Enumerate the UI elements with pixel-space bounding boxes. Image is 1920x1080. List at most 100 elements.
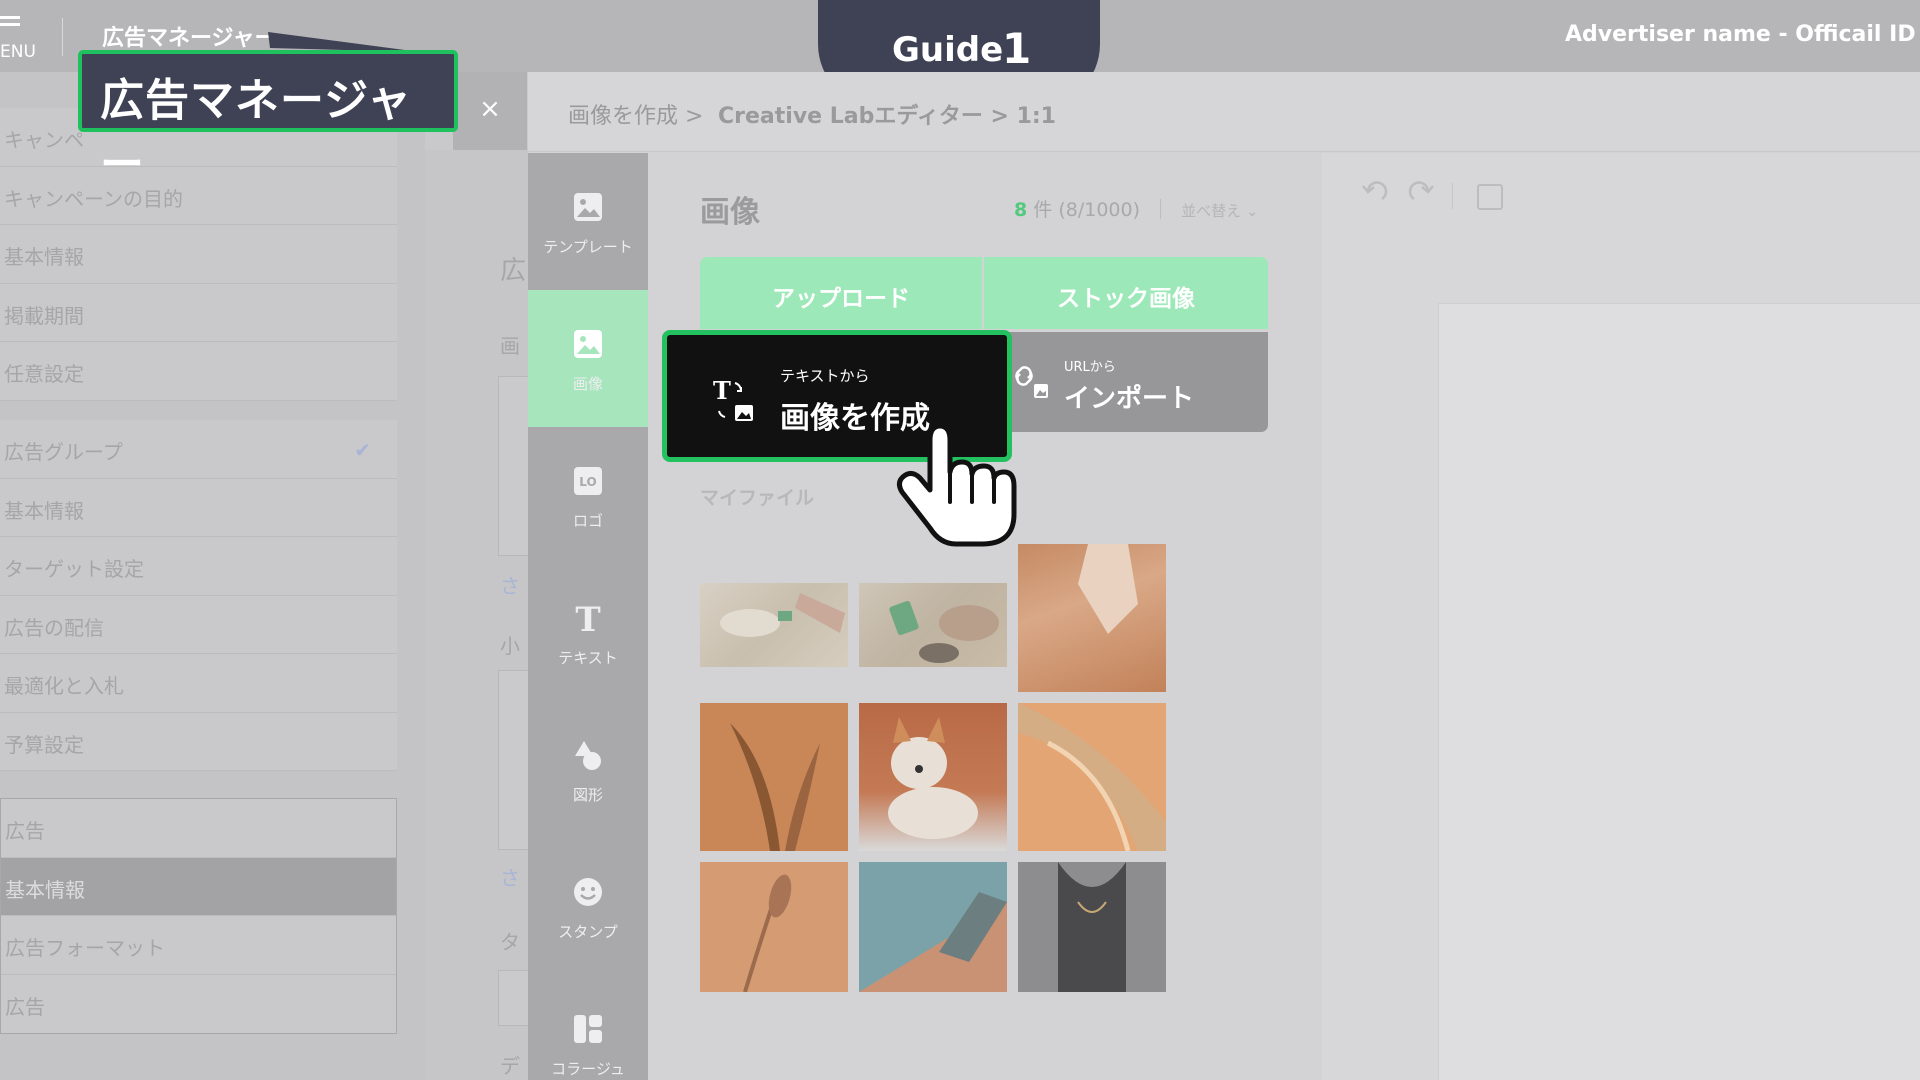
nav-item-adgroup[interactable]: 広告グループ ✔ xyxy=(0,420,397,479)
import-small-label: URLから xyxy=(1064,360,1116,375)
nav-item-adgroup-label: 広告グループ xyxy=(4,440,123,464)
image-thumbnail[interactable] xyxy=(700,583,848,667)
panel-title: 画像 xyxy=(700,195,760,230)
toolbar-divider xyxy=(1452,183,1453,209)
form-link-fragment: さ xyxy=(500,574,520,598)
nav-item-campaign-basic-info[interactable]: 基本情報 xyxy=(0,225,397,284)
image-thumbnail[interactable] xyxy=(1018,862,1166,992)
template-icon xyxy=(574,193,602,221)
nav-item-budget[interactable]: 予算設定 xyxy=(0,713,397,771)
form-label-fragment: 画 xyxy=(500,334,520,358)
shape-icon xyxy=(575,741,601,770)
hand-pointer-icon xyxy=(896,423,1017,547)
stock-image-button[interactable]: ストック画像 xyxy=(984,257,1268,329)
nav-item-adgroup-basic-info[interactable]: 基本情報 xyxy=(0,479,397,537)
nav-item-campaign-objective[interactable]: キャンペーンの目的 xyxy=(0,167,397,225)
thumbnail-photo xyxy=(743,874,792,992)
text-icon: T xyxy=(575,601,600,635)
undo-icon[interactable] xyxy=(1362,181,1388,201)
hamburger-icon xyxy=(0,16,20,30)
breadcrumb: 画像を作成 > Creative Labエディター > 1:1 xyxy=(528,72,1920,152)
guide-step-number: 1 xyxy=(1002,24,1032,73)
form-label-fragment: タ xyxy=(500,930,520,954)
thumbnail-photo xyxy=(859,892,1007,992)
sort-dropdown[interactable]: 並べ替え ⌄ xyxy=(1181,202,1258,220)
nav-item-campaign-optional[interactable]: 任意設定 xyxy=(0,342,397,401)
nav-item-campaign-period[interactable]: 掲載期間 xyxy=(0,284,397,342)
tool-label: コラージュ xyxy=(551,1060,625,1078)
menu-button[interactable]: ENU xyxy=(0,10,40,65)
image-icon xyxy=(574,330,602,358)
background-form: 広 画 さ 小 さ タ デ xyxy=(425,150,538,1080)
text2img-small-label: テキストから xyxy=(780,367,870,385)
image-thumbnail[interactable] xyxy=(1018,703,1166,851)
tool-collage[interactable]: コラージュ xyxy=(528,975,648,1080)
image-count: 8 件 (8/1000) 並べ替え ⌄ xyxy=(1014,195,1258,222)
count-divider xyxy=(1160,199,1162,219)
left-navigation: キャンペ キャンペーンの目的 基本情報 掲載期間 任意設定 広告グループ ✔ 基… xyxy=(0,72,425,1080)
form-label-fragment: デ xyxy=(500,1054,520,1078)
nav-item-target-settings[interactable]: ターゲット設定 xyxy=(0,537,397,596)
tool-template[interactable]: テンプレート xyxy=(528,153,648,290)
breadcrumb-create-image[interactable]: 画像を作成 > xyxy=(568,98,703,130)
form-heading-fragment: 広 xyxy=(500,256,527,286)
tool-label: テキスト xyxy=(558,649,618,667)
image-count-number: 8 xyxy=(1014,199,1028,221)
image-count-detail: (8/1000) xyxy=(1058,199,1141,221)
thumbnail-photo xyxy=(720,593,845,637)
thumbnail-photo xyxy=(1058,862,1126,992)
svg-text:LO: LO xyxy=(579,475,596,489)
nav-item-ad-creative[interactable]: 広告 xyxy=(1,975,396,1034)
nav-item-ad-delivery[interactable]: 広告の配信 xyxy=(0,596,397,654)
upload-button[interactable]: アップロード xyxy=(700,257,982,329)
redo-icon[interactable] xyxy=(1408,181,1434,201)
nav-item-optimization-bidding[interactable]: 最適化と入札 xyxy=(0,654,397,713)
image-panel: 画像 8 件 (8/1000) 並べ替え ⌄ アップロード ストック画像 URL… xyxy=(648,153,1322,1080)
editor-tool-rail: テンプレート 画像 LO ロゴ T テキスト 図形 スタンプ コラージュ xyxy=(528,153,648,1080)
app-title: 広告マネージャー xyxy=(102,26,277,51)
image-thumbnail[interactable] xyxy=(859,862,1007,992)
advertiser-name[interactable]: Advertiser name - Officail ID for u xyxy=(1565,22,1920,47)
thumbnail-photo xyxy=(1018,703,1166,851)
link-import-icon xyxy=(1015,366,1048,398)
tool-stamp[interactable]: スタンプ xyxy=(528,838,648,975)
tool-image[interactable]: 画像 xyxy=(528,290,648,427)
svg-text:T: T xyxy=(713,377,731,405)
tool-text[interactable]: T テキスト xyxy=(528,564,648,701)
form-link-fragment: さ xyxy=(500,866,520,890)
import-label: インポート xyxy=(1064,384,1195,414)
close-button[interactable]: × xyxy=(453,72,527,150)
tool-logo[interactable]: LO ロゴ xyxy=(528,427,648,564)
logo-icon: LO xyxy=(574,467,602,495)
chevron-down-icon: ⌄ xyxy=(1245,202,1259,220)
breadcrumb-editor: Creative Labエディター > 1:1 xyxy=(718,104,1056,129)
image-thumbnail[interactable] xyxy=(700,703,848,851)
nav-item-ad-format[interactable]: 広告フォーマット xyxy=(1,916,396,975)
form-label-fragment: 小 xyxy=(500,634,520,658)
thumbnail-photo xyxy=(1078,544,1138,634)
tool-shape[interactable]: 図形 xyxy=(528,701,648,838)
collage-icon xyxy=(574,1015,602,1043)
canvas-area xyxy=(1322,153,1920,1080)
tool-label: テンプレート xyxy=(543,238,633,256)
text-to-image-icon: T xyxy=(713,377,753,421)
menu-label: ENU xyxy=(0,42,36,62)
my-files-heading: マイファイル xyxy=(700,487,815,509)
thumbnail-photo xyxy=(888,717,978,839)
checkbox-icon[interactable] xyxy=(1477,184,1503,210)
svg-text:T: T xyxy=(575,601,600,635)
image-thumbnail[interactable] xyxy=(859,703,1007,851)
nav-item-ad[interactable]: 広告 xyxy=(1,799,396,858)
canvas-sheet[interactable] xyxy=(1438,303,1920,1080)
adgroup-nav-group: 広告グループ ✔ 基本情報 ターゲット設定 広告の配信 最適化と入札 予算設定 xyxy=(0,420,397,771)
canvas-toolbar xyxy=(1362,181,1503,210)
image-thumbnail[interactable] xyxy=(700,862,848,992)
nav-item-ad-basic-info[interactable]: 基本情報 xyxy=(1,857,396,916)
tool-label: 図形 xyxy=(572,786,603,804)
stamp-icon xyxy=(574,878,602,906)
header-divider xyxy=(62,18,63,56)
check-icon: ✔ xyxy=(354,438,371,462)
app-title-callout: 広告マネージャー xyxy=(78,50,458,190)
image-thumbnail[interactable] xyxy=(859,583,1007,667)
image-thumbnail[interactable] xyxy=(1018,544,1166,692)
